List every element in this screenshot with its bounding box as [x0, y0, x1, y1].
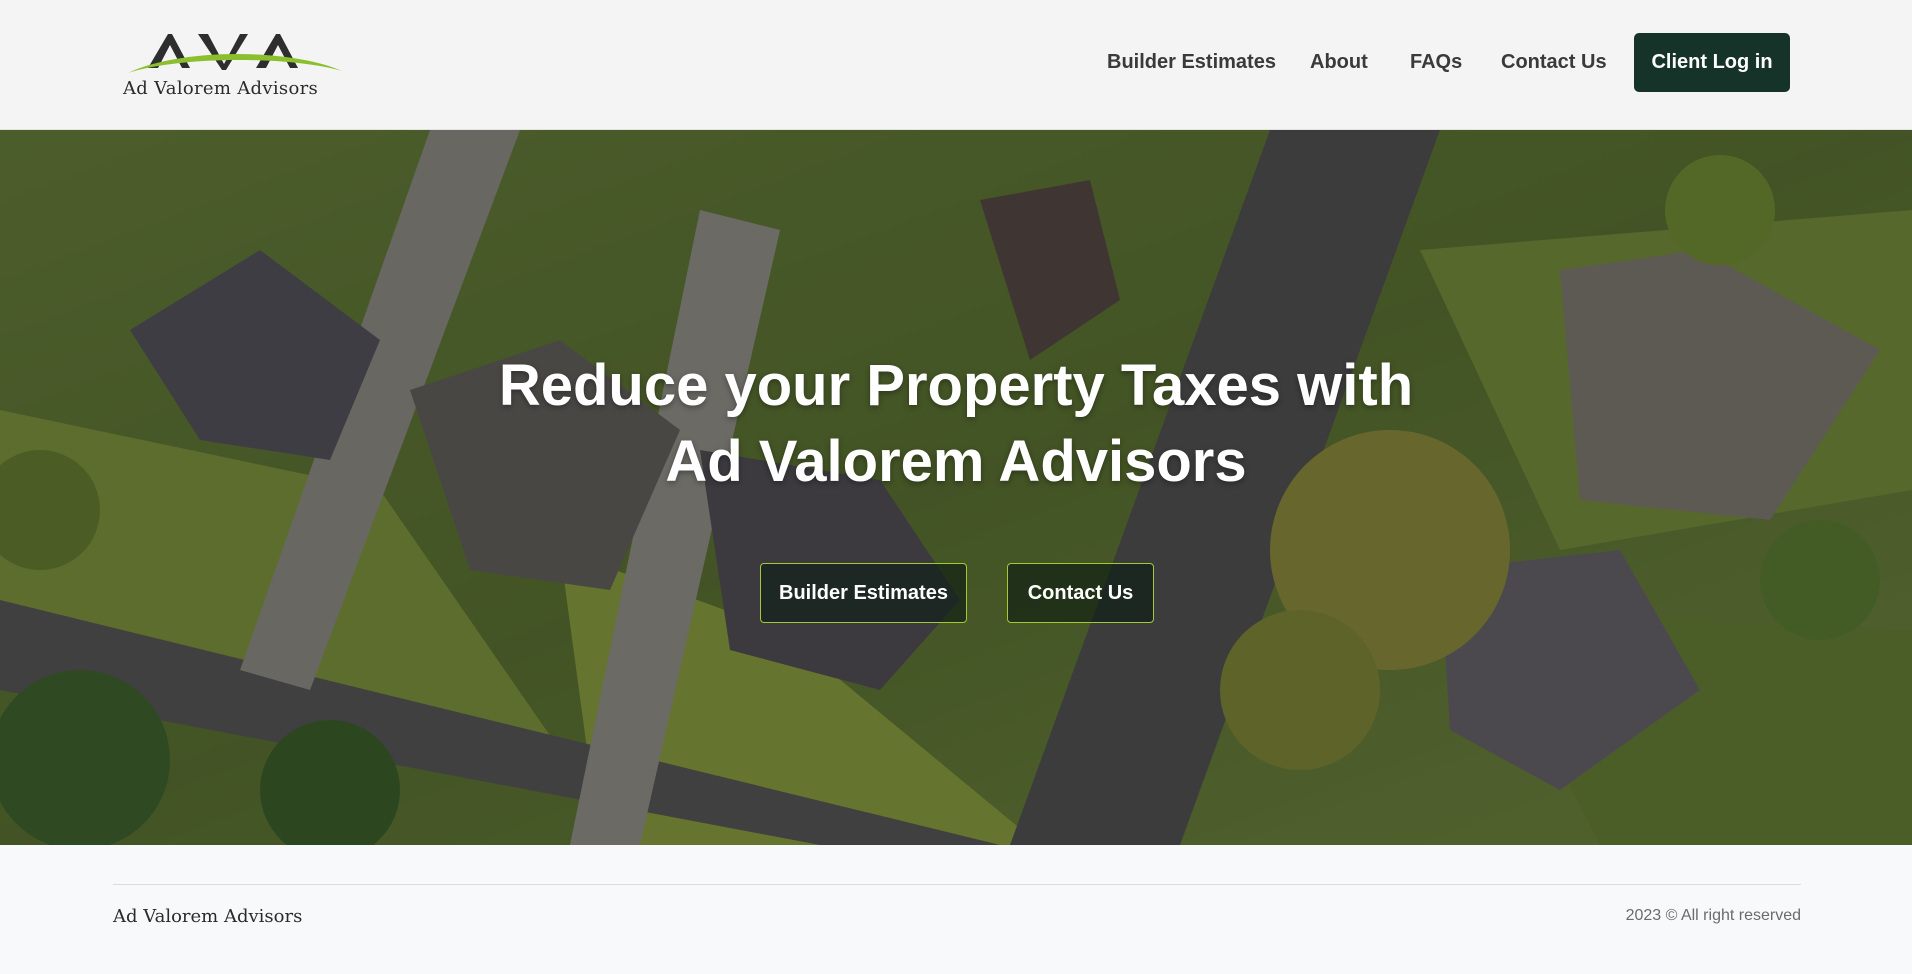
hero-title: Reduce your Property Taxes with Ad Valor… [456, 348, 1456, 500]
hero-title-line-1: Reduce your Property Taxes with [498, 353, 1414, 418]
nav-contact-us[interactable]: Contact Us [1501, 51, 1607, 74]
nav-faqs[interactable]: FAQs [1410, 51, 1462, 74]
footer-brand: Ad Valorem Advisors [113, 906, 303, 927]
site-logo[interactable]: Ad Valorem Advisors [120, 26, 350, 102]
site-footer: Ad Valorem Advisors 2023 © All right res… [0, 845, 1912, 974]
client-login-button[interactable]: Client Log in [1634, 33, 1790, 92]
logo-wordmark: Ad Valorem Advisors [123, 78, 319, 99]
footer-divider [113, 884, 1801, 885]
footer-copyright: 2023 © All right reserved [1625, 907, 1801, 924]
hero-contact-us-button[interactable]: Contact Us [1007, 563, 1154, 623]
nav-about[interactable]: About [1310, 51, 1368, 74]
site-header: Ad Valorem Advisors Builder Estimates Ab… [0, 0, 1912, 130]
ava-monogram-logo [128, 34, 342, 73]
hero-title-line-2: Ad Valorem Advisors [665, 429, 1247, 494]
hero-section: Reduce your Property Taxes with Ad Valor… [0, 130, 1912, 845]
hero-builder-estimates-button[interactable]: Builder Estimates [760, 563, 967, 623]
nav-builder-estimates[interactable]: Builder Estimates [1107, 51, 1276, 74]
